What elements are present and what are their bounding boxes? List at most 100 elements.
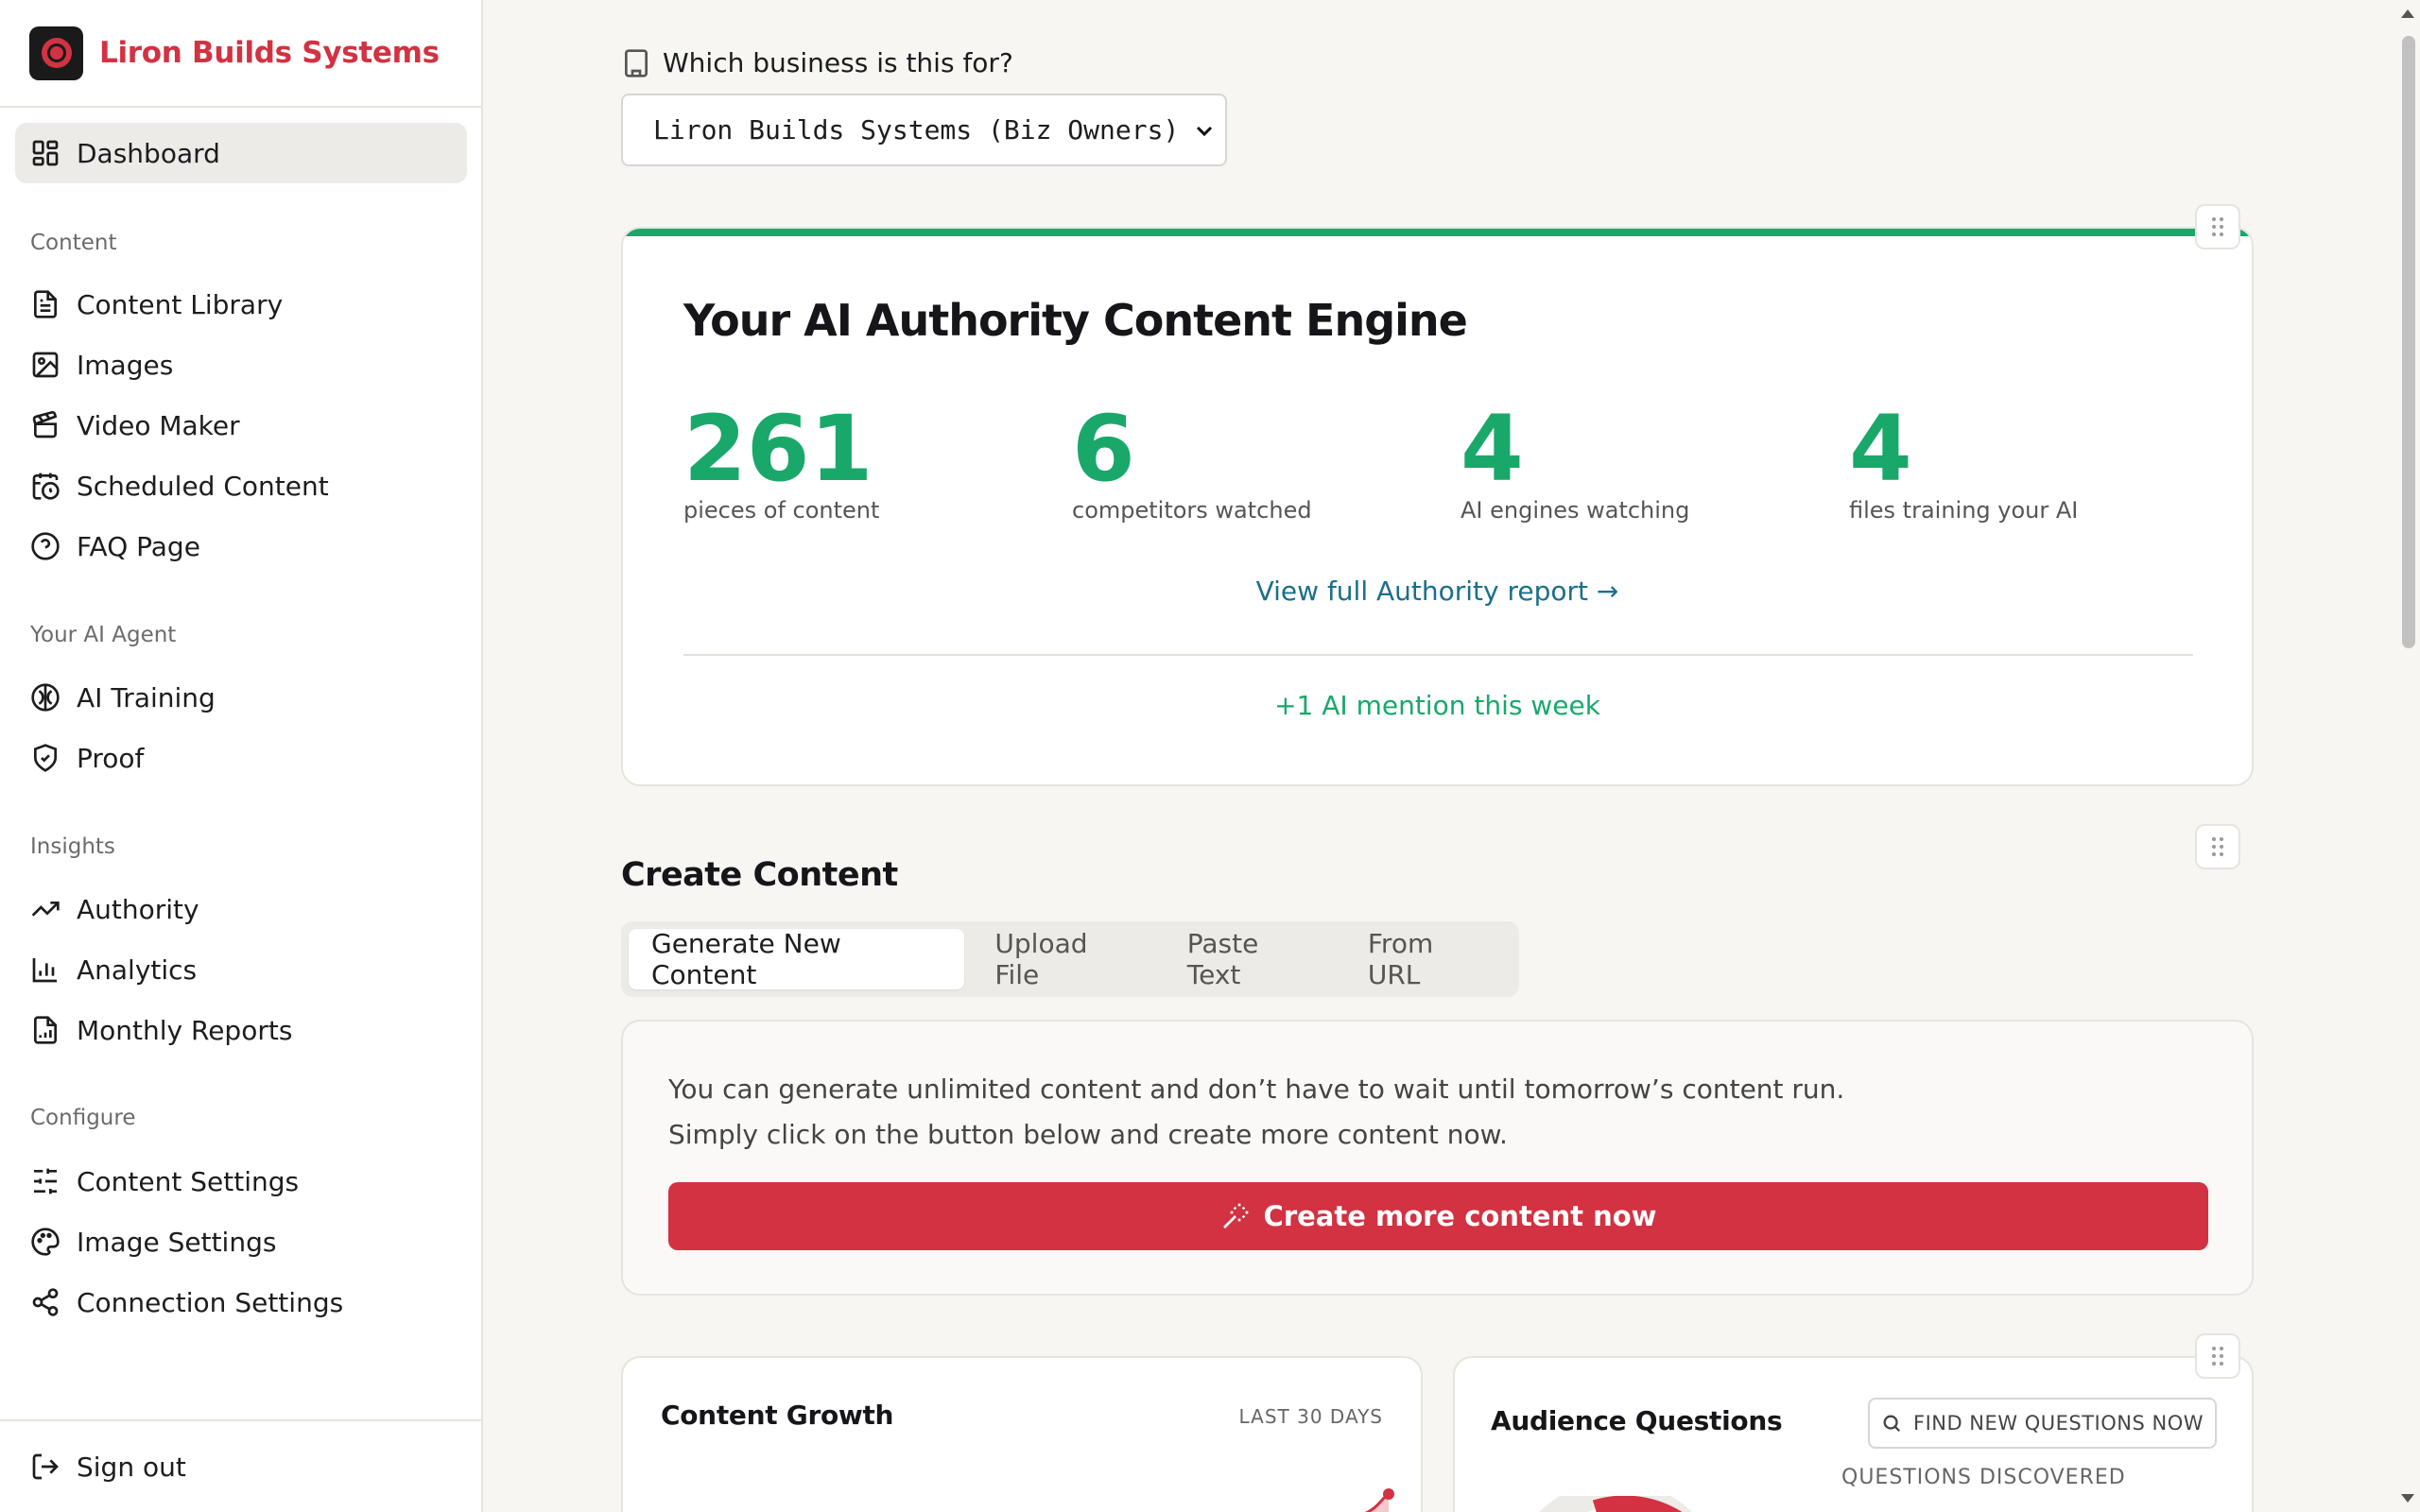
- drag-handle[interactable]: [2195, 1333, 2240, 1379]
- search-icon: [1883, 1415, 1901, 1433]
- sidebar-item-label: Proof: [77, 742, 145, 774]
- generate-panel: You can generate unlimited content and d…: [621, 1020, 2254, 1296]
- divider: [683, 654, 2193, 656]
- sliders-icon: [34, 1168, 57, 1194]
- page-scrollbar[interactable]: [2395, 0, 2420, 1512]
- sidebar-item-label: Content Library: [77, 288, 284, 320]
- questions-discovered-label: QUESTIONS DISCOVERED: [1841, 1466, 2126, 1489]
- authority-card: Your AI Authority Content Engine 261 pie…: [621, 227, 2254, 786]
- section-insights: Insights: [30, 834, 115, 859]
- file-chart-icon: [34, 1016, 57, 1044]
- audience-questions-title: Audience Questions: [1491, 1405, 1783, 1436]
- find-new-questions-label: FIND NEW QUESTIONS NOW: [1912, 1412, 2204, 1435]
- shield-check-icon: [34, 744, 57, 772]
- sign-out-button[interactable]: Sign out: [15, 1436, 467, 1497]
- scroll-thumb[interactable]: [2402, 36, 2415, 648]
- business-select[interactable]: Liron Builds Systems (Biz Owners): [621, 94, 1227, 166]
- sidebar-item-analytics[interactable]: Analytics: [15, 939, 467, 1000]
- sidebar-item-ai-training[interactable]: AI Training: [15, 667, 467, 728]
- grip-icon: [2212, 1347, 2223, 1366]
- authority-report-link[interactable]: View full Authority report →: [623, 576, 2252, 607]
- building-icon: [625, 48, 648, 77]
- drag-handle[interactable]: [2195, 204, 2240, 249]
- sidebar-item-label: AI Training: [77, 681, 216, 713]
- content-growth-title: Content Growth: [661, 1400, 894, 1431]
- stat-competitors: 6 competitors watched: [1072, 397, 1312, 524]
- sidebar-item-proof[interactable]: Proof: [15, 728, 467, 788]
- create-more-content-label: Create more content now: [1263, 1200, 1657, 1232]
- tab-generate-new-content[interactable]: Generate New Content: [629, 928, 965, 990]
- tab-from-url[interactable]: From URL: [1345, 928, 1512, 990]
- growth-point: [1383, 1488, 1394, 1500]
- magic-wand-icon: [1222, 1203, 1248, 1228]
- image-icon: [32, 352, 59, 378]
- sidebar-item-dashboard[interactable]: Dashboard: [15, 123, 467, 183]
- sidebar-item-content-settings[interactable]: Content Settings: [15, 1151, 467, 1211]
- brand-logo: [29, 26, 83, 80]
- brain-icon: [31, 683, 60, 712]
- sidebar-item-video-maker[interactable]: Video Maker: [15, 395, 467, 455]
- stat-label: competitors watched: [1072, 497, 1312, 524]
- stat-label: AI engines watching: [1461, 497, 1690, 524]
- sidebar-item-label: Dashboard: [77, 137, 220, 169]
- business-label: Which business is this for?: [621, 47, 1013, 78]
- content-growth-card: Content Growth LAST 30 DAYS: [621, 1356, 1423, 1512]
- tab-paste-text[interactable]: Paste Text: [1165, 928, 1338, 990]
- chevron-down-icon: [1196, 126, 1213, 137]
- log-out-icon: [32, 1453, 59, 1480]
- authority-title: Your AI Authority Content Engine: [683, 295, 1468, 346]
- stat-value: 4: [1461, 396, 1524, 502]
- stat-content: 261 pieces of content: [683, 397, 879, 524]
- scroll-down-icon[interactable]: [2400, 1493, 2415, 1504]
- business-label-text: Which business is this for?: [663, 47, 1013, 78]
- generate-line-2: Simply click on the button below and cre…: [668, 1119, 1508, 1150]
- sidebar-item-label: Monthly Reports: [77, 1014, 293, 1046]
- tab-upload-file[interactable]: Upload File: [972, 928, 1156, 990]
- content-growth-chart: [1364, 1488, 1394, 1512]
- stat-ai-engines: 4 AI engines watching: [1461, 397, 1689, 524]
- scroll-up-icon[interactable]: [2400, 8, 2415, 19]
- generate-description: You can generate unlimited content and d…: [668, 1067, 1844, 1158]
- sidebar-item-label: Scheduled Content: [77, 470, 329, 502]
- section-content: Content: [30, 231, 117, 255]
- growth-area: [1368, 1494, 1389, 1512]
- brand[interactable]: Liron Builds Systems: [0, 0, 481, 108]
- sidebar-item-authority[interactable]: Authority: [15, 879, 467, 939]
- drag-handle[interactable]: [2195, 824, 2240, 869]
- questions-donut: [1539, 1496, 1692, 1512]
- sidebar-item-label: FAQ Page: [77, 530, 200, 562]
- palette-icon: [31, 1228, 60, 1256]
- sidebar-item-content-library[interactable]: Content Library: [15, 274, 467, 335]
- create-tabs: Generate New Content Upload File Paste T…: [621, 921, 1519, 997]
- calendar-clock-icon: [32, 472, 60, 500]
- find-new-questions-button[interactable]: FIND NEW QUESTIONS NOW: [1868, 1398, 2217, 1449]
- stat-label: pieces of content: [683, 497, 880, 524]
- sidebar-item-connection-settings[interactable]: Connection Settings: [15, 1272, 467, 1332]
- sidebar-item-scheduled-content[interactable]: Scheduled Content: [15, 455, 467, 516]
- sidebar-item-label: Content Settings: [77, 1165, 300, 1197]
- stat-value: 261: [683, 396, 873, 502]
- sidebar-item-label: Image Settings: [77, 1226, 277, 1258]
- share-icon: [32, 1288, 59, 1316]
- business-select-value: Liron Builds Systems (Biz Owners): [653, 114, 1180, 146]
- sidebar-item-monthly-reports[interactable]: Monthly Reports: [15, 1000, 467, 1060]
- section-configure: Configure: [30, 1106, 136, 1130]
- sidebar-footer: Sign out: [0, 1419, 481, 1512]
- sidebar-item-label: Authority: [77, 893, 199, 925]
- sidebar-item-faq-page[interactable]: FAQ Page: [15, 516, 467, 576]
- bar-chart-icon: [32, 958, 57, 983]
- trending-up-icon: [31, 902, 60, 917]
- sidebar-item-images[interactable]: Images: [15, 335, 467, 395]
- content-growth-range: LAST 30 DAYS: [1238, 1405, 1383, 1428]
- authority-card-accent: [623, 229, 2252, 236]
- section-agent: Your AI Agent: [30, 623, 177, 647]
- sidebar-item-label: Video Maker: [77, 409, 240, 441]
- sidebar: Liron Builds Systems Dashboard Content C…: [0, 0, 483, 1512]
- sidebar-item-image-settings[interactable]: Image Settings: [15, 1211, 467, 1272]
- sidebar-item-label: Analytics: [77, 954, 198, 986]
- ai-mention-text: +1 AI mention this week: [1274, 690, 1600, 721]
- dashboard-icon: [32, 140, 59, 166]
- create-more-content-button[interactable]: Create more content now: [668, 1182, 2208, 1250]
- sidebar-item-label: Images: [77, 349, 174, 381]
- sidebar-item-label: Connection Settings: [77, 1286, 344, 1318]
